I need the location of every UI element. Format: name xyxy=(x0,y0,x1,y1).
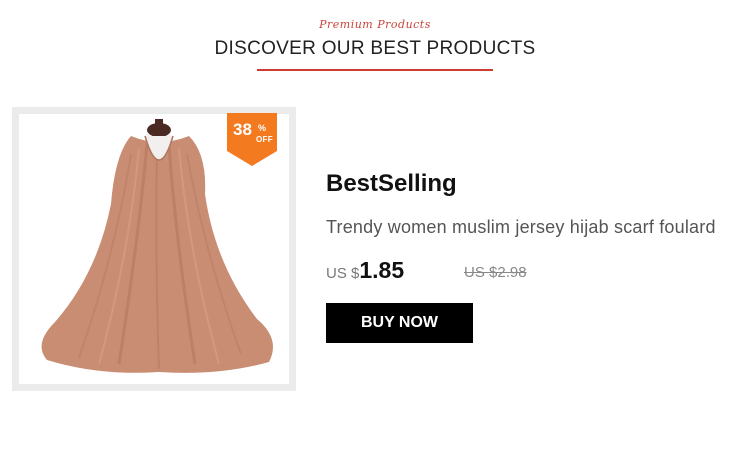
section-title: DISCOVER OUR BEST PRODUCTS xyxy=(214,38,536,59)
product-heading: BestSelling xyxy=(326,170,457,197)
section-subtitle: Premium Products xyxy=(319,18,431,31)
price-row: US $1.85 xyxy=(326,257,404,284)
buy-now-button[interactable]: BUY NOW xyxy=(326,303,473,343)
product-description[interactable]: Trendy women muslim jersey hijab scarf f… xyxy=(326,217,716,238)
original-price: US $2.98 xyxy=(464,264,527,281)
badge-value: 38 xyxy=(233,120,252,139)
discount-badge: 38 % OFF xyxy=(227,113,277,166)
section-header: Premium Products DISCOVER OUR BEST PRODU… xyxy=(0,18,750,71)
current-price: 1.85 xyxy=(359,257,405,283)
title-underline xyxy=(257,69,493,71)
product-info: BestSelling xyxy=(326,170,457,198)
badge-percent: % xyxy=(258,123,267,133)
currency-label: US $ xyxy=(326,265,360,282)
badge-off-label: OFF xyxy=(256,135,273,144)
